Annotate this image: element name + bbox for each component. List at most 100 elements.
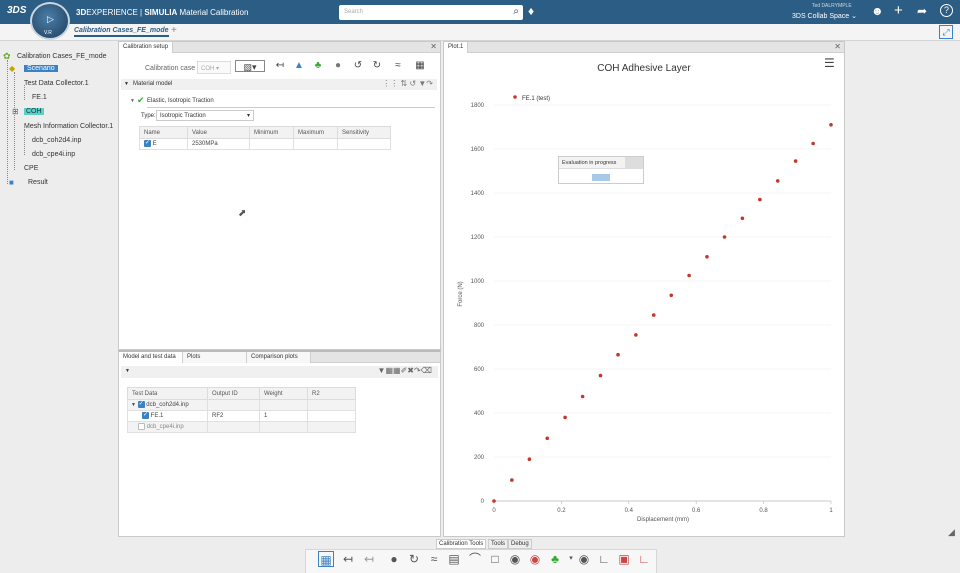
sphere-red-icon[interactable]: ◉	[527, 551, 543, 567]
calibration-case-icon[interactable]: ▧▾	[235, 60, 265, 72]
table-icon[interactable]: ▦	[414, 60, 426, 72]
tab-plots[interactable]: Plots	[183, 352, 247, 363]
ds-logo-icon[interactable]: 3DS	[7, 5, 26, 16]
col-maximum[interactable]: Maximum	[293, 126, 338, 139]
data-point[interactable]	[598, 373, 603, 378]
type-select[interactable]: Isotropic Traction ▾	[156, 110, 254, 121]
data-point[interactable]	[651, 313, 656, 317]
param-minimum[interactable]	[249, 138, 294, 150]
test-data-name-cell[interactable]: dcb_cpe4i.inp	[127, 421, 208, 433]
fullscreen-icon[interactable]: ⤢	[939, 25, 953, 39]
test-data-name-cell[interactable]: ✓ FE.1	[127, 410, 208, 422]
col-weight[interactable]: Weight	[259, 387, 308, 400]
tab-calibration-tools[interactable]: Calibration Tools	[436, 539, 487, 549]
resize-handle-icon[interactable]: ◢	[948, 527, 955, 538]
user-icon[interactable]: ☻	[871, 4, 884, 18]
material-icon[interactable]: ●	[332, 60, 344, 72]
search-icon[interactable]: ⌕	[513, 6, 519, 17]
expand-model-icon[interactable]: ▼	[130, 98, 135, 104]
tree-fe1[interactable]: FE.1	[32, 94, 47, 101]
test-data-name-cell[interactable]: ▼ ✓ dcb_coh2d4.inp	[127, 399, 208, 411]
tab-model-test-data[interactable]: Model and test data	[119, 352, 183, 363]
model-name[interactable]: Elastic, Isotropic Traction	[147, 98, 214, 104]
mesh-icon[interactable]: ♣	[312, 60, 324, 72]
data-point[interactable]	[722, 235, 727, 239]
cube-add-icon[interactable]: ▣	[616, 551, 632, 567]
tab-calibration-case[interactable]: Calibration Cases_FE_mode	[74, 27, 169, 37]
tree-mesh-collector[interactable]: Mesh Information Collector.1	[24, 123, 113, 130]
data-point[interactable]	[687, 273, 691, 278]
table-row[interactable]: ✓ FE.1 RF2 1	[127, 410, 356, 422]
sphere-icon[interactable]: ◉	[507, 551, 523, 567]
row-weight[interactable]	[259, 399, 308, 411]
legend-label[interactable]: FE.1 (test)	[522, 96, 550, 102]
tree-root[interactable]: Calibration Cases_FE_mode	[17, 53, 107, 60]
table-row[interactable]: dcb_cpe4i.inp	[127, 421, 356, 433]
collab-space-selector[interactable]: 3DS Collab Space ⌄	[792, 12, 857, 20]
table-icon[interactable]: ▦	[318, 551, 334, 567]
data-point[interactable]	[811, 141, 815, 146]
tree-scenario[interactable]: Scenario	[24, 65, 58, 72]
col-output-id[interactable]: Output ID	[207, 387, 260, 400]
row-weight[interactable]: 1	[259, 410, 308, 422]
row-output-id[interactable]	[207, 399, 260, 411]
data-point[interactable]	[793, 159, 798, 163]
fit-curve-icon[interactable]: ∟	[636, 551, 652, 567]
axes-icon[interactable]: ∟	[596, 551, 612, 567]
search-input[interactable]: Search ⌕	[339, 5, 523, 20]
collapse-icon[interactable]: ▼	[131, 403, 136, 409]
test-data-icon[interactable]: ↤	[340, 551, 356, 567]
data-point[interactable]	[527, 457, 532, 462]
col-minimum[interactable]: Minimum	[249, 126, 294, 139]
row-r2[interactable]	[307, 399, 356, 411]
compass-icon[interactable]: V.R ▷	[30, 2, 70, 40]
table-row[interactable]: ✓ E 2530MPa	[139, 138, 391, 150]
col-sensitivity[interactable]: Sensitivity	[337, 126, 391, 139]
data-point[interactable]	[669, 293, 674, 298]
data-point[interactable]	[775, 179, 780, 183]
document-icon[interactable]: □	[487, 551, 503, 567]
tree-coh[interactable]: COH	[24, 108, 44, 115]
row-r2[interactable]	[307, 421, 356, 433]
tab-tools[interactable]: Tools	[488, 539, 509, 549]
play-icon[interactable]: ▷	[47, 14, 54, 25]
tab-comparison-plots[interactable]: Comparison plots	[247, 352, 311, 363]
expand-icon[interactable]: ⊞	[12, 107, 19, 116]
data-point[interactable]	[829, 123, 833, 127]
data-point[interactable]	[758, 197, 762, 202]
table-row[interactable]: ▼ ✓ dcb_coh2d4.inp	[127, 399, 356, 411]
share-icon[interactable]: ➦	[917, 4, 927, 18]
progress-close-area[interactable]	[625, 157, 643, 168]
import-icon[interactable]: ↤	[361, 551, 377, 567]
row-output-id[interactable]	[207, 421, 260, 433]
data-point[interactable]	[634, 333, 638, 337]
add-test-data-icon[interactable]: ↤	[274, 60, 286, 72]
data-point[interactable]	[616, 352, 620, 357]
param-maximum[interactable]	[293, 138, 338, 150]
param-value[interactable]: 2530MPa	[187, 138, 250, 150]
tab-calibration-setup[interactable]: Calibration setup	[119, 42, 174, 53]
table-tool-icons[interactable]: ▼▦▦✐✖↷⌫	[378, 366, 432, 375]
tree-mesh-cpe4i[interactable]: dcb_cpe4i.inp	[32, 151, 75, 158]
row-output-id[interactable]: RF2	[207, 410, 260, 422]
col-value[interactable]: Value	[187, 126, 250, 139]
row-checkbox[interactable]	[138, 423, 145, 431]
plot-icon[interactable]: ≈	[426, 551, 442, 567]
row-r2[interactable]	[307, 410, 356, 422]
col-name[interactable]: Name	[139, 126, 188, 139]
collapse-icon[interactable]: ▼	[125, 368, 130, 374]
tree-test-data-collector[interactable]: Test Data Collector.1	[24, 80, 89, 87]
tab-plot1[interactable]: Plot.1	[444, 42, 469, 53]
row-checkbox[interactable]: ✓	[137, 401, 145, 409]
sphere-blue-icon[interactable]: ◉	[576, 551, 592, 567]
row-weight[interactable]	[259, 421, 308, 433]
data-point[interactable]	[563, 415, 567, 420]
mesh-icon[interactable]: ♣	[547, 551, 563, 567]
help-icon[interactable]: ?	[940, 4, 953, 17]
row-checkbox[interactable]: ✓	[142, 412, 149, 420]
data-point[interactable]	[492, 499, 496, 503]
col-r2[interactable]: R2	[307, 387, 356, 400]
param-checkbox[interactable]: ✓	[144, 140, 151, 148]
collapse-icon[interactable]: ▼	[124, 81, 129, 87]
chart[interactable]: COH Adhesive Layer 0 200 400 600 800 1000 1200…	[444, 54, 844, 536]
